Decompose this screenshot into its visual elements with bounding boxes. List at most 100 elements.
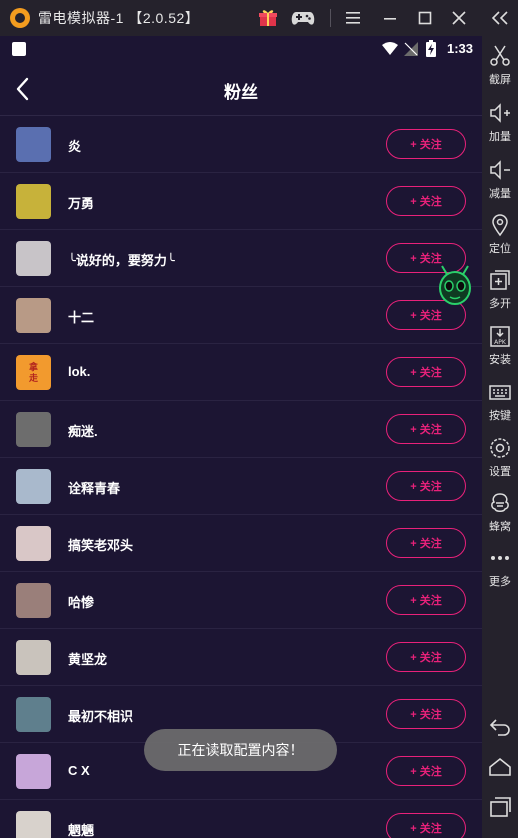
avatar[interactable]: [16, 526, 51, 561]
sidebar-label: 截屏: [489, 74, 511, 86]
gear-icon: [490, 438, 510, 458]
nav-recents-icon: [490, 797, 511, 817]
nav-back-button[interactable]: [482, 712, 518, 742]
avatar[interactable]: [16, 127, 51, 162]
list-item[interactable]: 魍魎 + 关注: [0, 800, 482, 838]
sidebar-item-volume-up[interactable]: 加量: [482, 101, 518, 151]
user-name[interactable]: 哈惨: [68, 592, 94, 611]
sidebar-item-keymap[interactable]: 按键: [482, 380, 518, 430]
keyboard-icon: [489, 385, 511, 400]
nav-back-icon: [489, 719, 510, 736]
app-logo-icon: [10, 8, 30, 28]
avatar[interactable]: 拿 走: [16, 355, 51, 390]
user-name[interactable]: 搞笑老邓头: [68, 535, 133, 554]
avatar[interactable]: [16, 697, 51, 732]
avatar[interactable]: [16, 412, 51, 447]
follow-button[interactable]: + 关注: [386, 585, 466, 615]
user-name[interactable]: 诠释青春: [68, 478, 120, 497]
minimize-icon[interactable]: [378, 6, 402, 30]
sidebar-label: 多开: [489, 298, 511, 310]
scissors-icon: [490, 45, 510, 66]
follow-button[interactable]: + 关注: [386, 756, 466, 786]
follow-button[interactable]: + 关注: [386, 186, 466, 216]
nav-recents-button[interactable]: [482, 792, 518, 822]
list-item[interactable]: 万勇 + 关注: [0, 173, 482, 230]
user-name[interactable]: 黄坚龙: [68, 649, 107, 668]
user-name[interactable]: 十二: [68, 307, 94, 326]
emulator-window: 雷电模拟器-1 【2.0.52】 1:33 粉丝 炎 + 关注 万勇 + 关注 …: [0, 0, 518, 838]
list-item[interactable]: 拿 走 lok. + 关注: [0, 344, 482, 401]
sidebar-item-settings[interactable]: 设置: [482, 436, 518, 486]
sidebar-item-more[interactable]: 更多: [482, 546, 518, 596]
list-item[interactable]: 十二 + 关注: [0, 287, 482, 344]
follow-button[interactable]: + 关注: [386, 357, 466, 387]
app-header: 粉丝: [0, 62, 482, 116]
sidebar-label: 加量: [489, 131, 511, 143]
user-name[interactable]: 炎: [68, 136, 81, 155]
list-item[interactable]: ╰说好的，要努力╰ + 关注: [0, 230, 482, 287]
avatar[interactable]: [16, 640, 51, 675]
avatar[interactable]: [16, 241, 51, 276]
list-item[interactable]: 痴迷. + 关注: [0, 401, 482, 458]
sidebar-label: 蜂窝: [489, 521, 511, 533]
floating-bug-icon[interactable]: [434, 264, 476, 310]
close-icon[interactable]: [447, 6, 471, 30]
follow-button[interactable]: + 关注: [386, 528, 466, 558]
nav-home-button[interactable]: [482, 752, 518, 782]
avatar[interactable]: [16, 298, 51, 333]
user-name[interactable]: 万勇: [68, 193, 94, 212]
sidebar-label: 更多: [489, 576, 511, 588]
follow-button[interactable]: + 关注: [386, 129, 466, 159]
avatar[interactable]: [16, 583, 51, 618]
sidebar-item-multi-open[interactable]: 多开: [482, 268, 518, 318]
avatar[interactable]: [16, 469, 51, 504]
battery-icon: [426, 40, 436, 60]
wifi-icon: [382, 42, 398, 59]
avatar[interactable]: [16, 811, 51, 838]
menu-icon[interactable]: [341, 6, 365, 30]
follow-button[interactable]: + 关注: [386, 471, 466, 501]
avatar[interactable]: [16, 754, 51, 789]
window-title: 雷电模拟器-1 【2.0.52】: [38, 10, 200, 26]
list-item[interactable]: 黄坚龙 + 关注: [0, 629, 482, 686]
location-icon: [492, 214, 508, 237]
apk-install-icon: APK: [490, 326, 510, 347]
maximize-icon[interactable]: [413, 6, 437, 30]
follow-button[interactable]: + 关注: [386, 414, 466, 444]
sidebar-label: 安装: [489, 354, 511, 366]
user-name[interactable]: C X: [68, 763, 90, 778]
sidebar-item-volume-down[interactable]: 减量: [482, 158, 518, 208]
user-name[interactable]: 痴迷.: [68, 421, 98, 440]
collapse-sidebar-icon[interactable]: [488, 6, 512, 30]
status-time: 1:33: [446, 41, 473, 56]
android-status-bar: 1:33: [0, 36, 482, 62]
hive-icon: [491, 493, 509, 512]
title-separator: [330, 9, 331, 27]
follow-button[interactable]: + 关注: [386, 642, 466, 672]
list-item[interactable]: 炎 + 关注: [0, 116, 482, 173]
signal-icon: [404, 42, 418, 59]
sidebar-label: 按键: [489, 410, 511, 422]
sidebar-item-location[interactable]: 定位: [482, 213, 518, 263]
gamepad-icon[interactable]: [291, 6, 315, 30]
sidebar-label: 定位: [489, 243, 511, 255]
avatar[interactable]: [16, 184, 51, 219]
user-name[interactable]: lok.: [68, 364, 90, 379]
list-item[interactable]: 搞笑老邓头 + 关注: [0, 515, 482, 572]
multi-open-icon: [490, 270, 510, 290]
list-item[interactable]: 诠释青春 + 关注: [0, 458, 482, 515]
user-name[interactable]: 魍魎: [68, 820, 94, 838]
user-name[interactable]: 最初不相识: [68, 706, 133, 725]
follow-button[interactable]: + 关注: [386, 699, 466, 729]
more-icon: [491, 556, 509, 560]
page-title: 粉丝: [224, 83, 258, 102]
list-item[interactable]: 哈惨 + 关注: [0, 572, 482, 629]
toast-message: 正在读取配置内容！: [144, 729, 337, 771]
sidebar-item-install-apk[interactable]: APK 安装: [482, 324, 518, 374]
user-name[interactable]: ╰说好的，要努力╰: [68, 250, 175, 269]
sidebar-item-hive[interactable]: 蜂窝: [482, 491, 518, 541]
follow-button[interactable]: + 关注: [386, 813, 466, 838]
sidebar-item-screenshot[interactable]: 截屏: [482, 44, 518, 94]
sidebar-label: 设置: [489, 466, 511, 478]
gift-icon[interactable]: [256, 6, 280, 30]
